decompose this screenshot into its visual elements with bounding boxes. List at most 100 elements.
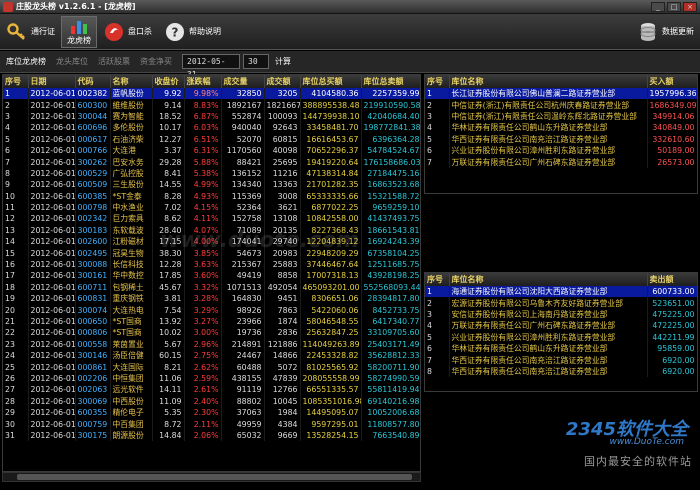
table-cell: 3.60% [184,270,222,282]
minimize-button[interactable]: _ [651,1,665,12]
list-item[interactable]: 8 华西证券有限责任公司南充涪江路证券营业部 6920.00 [425,365,697,378]
list-item[interactable]: 7 万联证券有限责任公司广州石碑东路证券营业部 26573.00 [425,156,697,168]
column-header[interactable]: 成交量 [221,75,265,88]
table-row[interactable]: 17 2012-06-01 300161 华中数控 17.85 3.60% 49419 885… [3,270,420,282]
dragon-list-button[interactable]: 龙虎榜 [61,15,97,48]
table-cell: 30 [3,418,29,430]
table-row[interactable]: 3 2012-06-01 300044 赛为智能 18.52 6.87% 552874 100… [3,110,420,123]
market-kill-button[interactable]: 盘口杀 [97,16,158,48]
tab-seat-dragon-list[interactable]: 库位龙虎榜 [6,56,46,67]
horizontal-scrollbar[interactable] [2,472,421,482]
column-header[interactable]: 收盘价 [152,75,185,88]
column-header[interactable]: 库位名称 [449,273,648,286]
column-header[interactable]: 库位总卖额 [361,75,420,88]
table-cell: 8.28 [152,190,185,202]
table-row[interactable]: 6 2012-06-01 000766 大连港 3.37 6.31% 1170560 4009… [3,144,420,157]
column-header[interactable]: 成交额 [264,75,301,88]
table-row[interactable]: 15 2012-06-01 002495 冠昊生物 38.30 3.85% 54673 209… [3,247,420,259]
table-row[interactable]: 16 2012-06-01 300088 长信科技 12.28 3.63% 215367 25… [3,258,420,271]
table-row[interactable]: 2 2012-06-01 600300 維维股份 9.14 8.83% 1892167 182… [3,99,420,111]
data-update-button[interactable]: 数据更新 [631,16,700,48]
list-item[interactable]: 6 兴业证券股份有限公司漳州胜利东路证券营业部 50189.00 [425,144,697,157]
column-header[interactable]: 涨跌幅 [184,75,222,88]
date-field[interactable]: 2012-05-31 [182,54,240,79]
list-item[interactable]: 5 兴业证券股份有限公司漳州胜利东路证券营业部 442211.99 [425,331,697,343]
table-row[interactable]: 5 2012-06-01 000617 石油济柴 12.27 6.51% 52070 6081… [3,133,420,145]
table-row[interactable]: 21 2012-06-01 000650 *ST国商 13.92 3.27% 23966 18… [3,315,420,328]
table-cell: 3.28% [184,293,222,305]
table-cell: 5072 [264,361,301,373]
table-cell: 11.09 [152,395,185,407]
table-row[interactable]: 12 2012-06-01 002342 巨力索具 8.62 4.11% 152758 131… [3,213,420,225]
list-item[interactable]: 6 华林证券有限责任公司鹤山东升路证券营业部 95859.00 [425,342,697,355]
table-row[interactable]: 13 2012-06-01 300183 东软载波 28.40 4.07% 71089 201… [3,224,420,237]
list-item[interactable]: 2 宏源证券股份有限公司乌鲁木齐友好路证券营业部 523651.00 [425,297,697,309]
table-row[interactable]: 8 2012-06-01 000529 广弘控股 8.41 5.38% 136152 1121… [3,167,420,180]
table-row[interactable]: 18 2012-06-01 600711 包钢稀土 45.67 3.32% 1071513 4… [3,281,420,294]
column-header[interactable]: 序号 [425,273,450,286]
table-cell: 54673 [221,247,265,259]
maximize-button[interactable]: □ [667,1,681,12]
table-cell: 6.31% [184,144,222,157]
table-cell: 000861 [75,361,111,373]
table-row[interactable]: 28 2012-06-01 300069 中西股份 11.09 2.40% 88802 100… [3,395,420,407]
table-row[interactable]: 20 2012-06-01 300074 大连热电 7.54 3.29% 98926 7863… [3,304,420,316]
table-row[interactable]: 7 2012-06-01 300262 巴安水务 29.28 5.88% 88421 2569… [3,156,420,168]
table-cell: 2012-06-01 [28,122,76,134]
table-row[interactable]: 25 2012-06-01 000861 大连国际 8.21 2.62% 60488 5072… [3,361,420,373]
table-cell: 600300 [75,99,111,111]
table-row[interactable]: 11 2012-06-01 000798 中水渔业 7.02 4.15% 52364 3621… [3,201,420,214]
table-cell: 13.92 [152,315,185,328]
list-item[interactable]: 5 华西证券有限责任公司南充涪江路证券营业部 332610.60 [425,133,697,145]
table-row[interactable]: 22 2012-06-01 000806 *ST国商 10.02 3.00% 19736 28… [3,327,420,339]
table-cell: 兴业证券股份有限公司漳州胜利东路证券营业部 [449,144,648,157]
table-cell: 29 [3,406,29,419]
tab-leading-seats[interactable]: 龙头库位 [56,56,88,67]
column-header[interactable]: 代码 [75,75,111,88]
table-row[interactable]: 1 2012-06-01 002382 蓝帆股份 9.92 9.98% 32850 3205 4… [3,88,420,100]
table-cell: 华林证券有限责任公司鹤山东升路证券营业部 [449,122,648,134]
tab-net-buy[interactable]: 资金净买 [140,56,172,67]
scrollbar-thumb[interactable] [17,474,412,480]
table-cell: 10052006.68 [361,406,420,419]
table-row[interactable]: 30 2012-06-01 000759 中百集团 8.72 2.11% 49959 4384… [3,418,420,430]
help-button[interactable]: ? 帮助说明 [158,16,227,48]
column-header[interactable]: 库位名称 [449,75,648,88]
table-row[interactable]: 10 2012-06-01 600385 *ST金泰 8.28 4.93% 115369 30… [3,190,420,202]
calculate-button[interactable]: 计算 [275,56,291,67]
column-header[interactable]: 名称 [110,75,153,88]
table-row[interactable]: 31 2012-06-01 300175 朗源股份 14.84 2.06% 65032 966… [3,429,420,442]
column-header[interactable]: 库位总买额 [300,75,362,88]
table-row[interactable]: 24 2012-06-01 300146 汤臣倍健 60.15 2.75% 24467 148… [3,349,420,362]
table-row[interactable]: 14 2012-06-01 002600 江粉磁材 17.15 4.00% 174041 29… [3,236,420,248]
table-cell: 12766 [264,384,301,396]
list-item[interactable]: 3 安信证券股份有限公司上海南丹路证券营业部 475225.00 [425,308,697,321]
table-row[interactable]: 4 2012-06-01 600696 多伦股份 10.17 6.03% 940040 926… [3,122,420,134]
list-item[interactable]: 2 中信证券(浙江)有限责任公司杭州庆春路证券营业部 1686349.09 [425,99,697,111]
tab-active-stocks[interactable]: 活跃股票 [98,56,130,67]
close-button[interactable]: × [683,1,697,12]
table-cell: 8 [425,365,450,378]
table-row[interactable]: 23 2012-06-01 000558 莱茵置业 5.67 2.96% 214891 121… [3,338,420,350]
list-item[interactable]: 4 万联证券有限责任公司广州石碑东路证券营业部 472225.00 [425,320,697,332]
login-button[interactable]: 通行证 [0,16,61,48]
table-cell: 华西证券有限责任公司南充涪江路证券营业部 [449,133,648,145]
days-field[interactable]: 30 [243,54,269,69]
column-header[interactable]: 卖出额 [647,273,697,286]
list-item[interactable]: 1 长江证券股份有限公司佛山普澜二路证券营业部 1957996.36 [425,88,697,100]
column-header[interactable]: 序号 [425,75,450,88]
table-row[interactable]: 9 2012-06-01 600509 三生股份 14.55 4.99% 134340 133… [3,179,420,191]
list-item[interactable]: 4 华林证券有限责任公司鹤山东升路证券营业部 340849.00 [425,122,697,134]
table-row[interactable]: 19 2012-06-01 600831 重庆钢铁 3.81 3.28% 164830 945… [3,293,420,305]
table-row[interactable]: 29 2012-06-01 600355 精伦电子 5.35 2.30% 37063 1984… [3,406,420,419]
list-item[interactable]: 3 中信证券(浙江)有限责任公司温岭东辉北路证券营业部 349914.06 [425,110,697,123]
table-row[interactable]: 27 2012-06-01 002063 远光软件 14.11 2.61% 91119 127… [3,384,420,396]
table-row[interactable]: 26 2012-06-01 002206 中恒集团 11.06 2.59% 438155 47… [3,372,420,385]
list-item[interactable]: 1 海通证券股份有限公司沈阳大西路证券营业部 600733.00 [425,286,697,298]
list-item[interactable]: 7 华西证券有限责任公司南充涪江路证券营业部 6920.00 [425,354,697,366]
table-cell: 2012-06-01 [28,384,76,396]
column-header[interactable]: 序号 [3,75,29,88]
column-header[interactable]: 日期 [28,75,76,88]
table-cell: 002206 [75,372,111,385]
column-header[interactable]: 买入额 [647,75,697,88]
